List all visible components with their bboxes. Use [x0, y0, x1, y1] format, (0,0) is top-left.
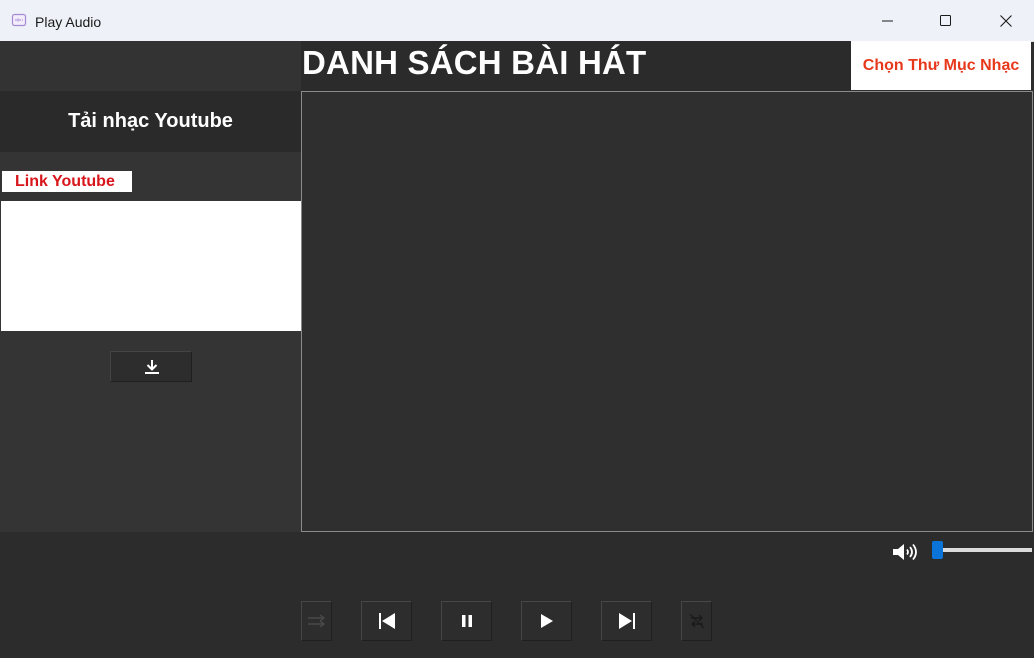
- youtube-panel-heading: Tải nhạc Youtube: [0, 91, 301, 152]
- previous-button[interactable]: [361, 601, 412, 641]
- playlist-area[interactable]: [301, 91, 1033, 532]
- play-icon: [540, 614, 553, 628]
- download-button[interactable]: [110, 351, 192, 382]
- download-icon: [145, 360, 159, 374]
- minimize-button[interactable]: [864, 6, 910, 36]
- volume-icon[interactable]: [891, 540, 921, 564]
- choose-folder-button[interactable]: Chọn Thư Mục Nhạc: [851, 41, 1031, 90]
- youtube-link-input[interactable]: [1, 201, 301, 331]
- previous-icon: [378, 613, 395, 629]
- minimize-icon: [882, 20, 893, 22]
- close-button[interactable]: [982, 6, 1028, 36]
- youtube-link-label: Link Youtube: [2, 171, 132, 192]
- next-icon: [618, 613, 635, 629]
- volume-slider-track[interactable]: [932, 548, 1032, 552]
- pause-icon: [461, 615, 472, 627]
- maximize-icon: [940, 15, 951, 26]
- playlist-title: DANH SÁCH BÀI HÁT: [302, 44, 647, 81]
- repeat-button[interactable]: [681, 601, 712, 641]
- shuffle-button[interactable]: [301, 601, 332, 641]
- app-icon: [11, 13, 27, 27]
- header-left-area: [0, 41, 301, 91]
- shuffle-icon: [307, 614, 325, 628]
- pause-button[interactable]: [441, 601, 492, 641]
- play-button[interactable]: [521, 601, 572, 641]
- window-title: Play Audio: [35, 14, 102, 30]
- title-bar: Play Audio: [0, 0, 1034, 42]
- repeat-icon: [689, 613, 704, 629]
- next-button[interactable]: [601, 601, 652, 641]
- maximize-button[interactable]: [922, 6, 968, 36]
- close-icon: [1000, 15, 1012, 27]
- volume-slider-thumb[interactable]: [932, 541, 943, 559]
- player-controls-bar: [0, 532, 1034, 658]
